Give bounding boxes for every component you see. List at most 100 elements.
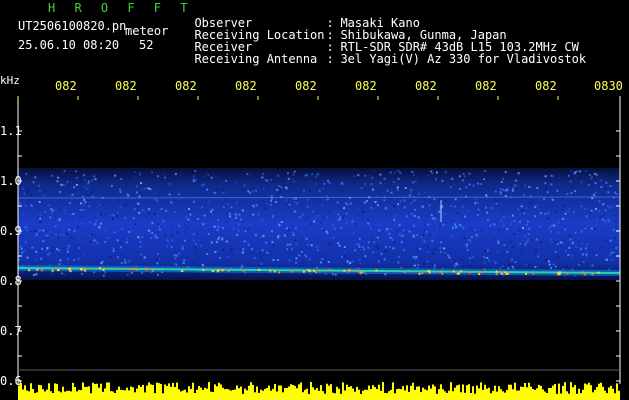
noise-speckle [486, 257, 489, 259]
noise-speckle [260, 236, 263, 238]
noise-speckle [300, 251, 303, 253]
histogram-bar [362, 390, 364, 400]
noise-speckle [248, 204, 251, 207]
noise-speckle [519, 220, 521, 223]
histogram-bar [48, 383, 50, 400]
histogram-bar [80, 390, 82, 400]
histogram-bar [152, 385, 154, 400]
noise-speckle [607, 205, 610, 208]
noise-speckle [470, 241, 473, 244]
noise-speckle [431, 172, 434, 175]
noise-speckle [94, 223, 97, 226]
noise-speckle [26, 256, 29, 259]
noise-speckle [341, 216, 344, 219]
noise-speckle [162, 219, 165, 222]
noise-speckle [474, 228, 476, 231]
histogram-bar [498, 386, 500, 400]
noise-speckle [414, 257, 416, 260]
histogram-bar [476, 385, 478, 400]
noise-speckle [268, 179, 270, 182]
histogram-bar [588, 382, 590, 400]
echo-hotspot [481, 271, 484, 274]
noise-speckle [328, 210, 331, 213]
noise-speckle [440, 251, 442, 253]
noise-speckle [438, 225, 441, 228]
noise-speckle [74, 220, 77, 223]
noise-speckle [294, 227, 297, 230]
noise-speckle [167, 260, 170, 262]
noise-speckle [35, 273, 38, 276]
noise-speckle [539, 225, 541, 228]
activity-histogram [18, 382, 620, 400]
noise-speckle [568, 234, 571, 237]
noise-speckle [389, 182, 392, 185]
noise-speckle [58, 236, 61, 239]
histogram-bar [552, 385, 554, 400]
noise-speckle [216, 235, 218, 237]
histogram-bar [528, 382, 530, 400]
noise-speckle [566, 180, 569, 183]
noise-speckle [413, 199, 416, 202]
noise-speckle [364, 183, 367, 186]
histogram-bar [262, 390, 264, 400]
noise-speckle [603, 213, 606, 216]
histogram-bar [210, 391, 212, 400]
noise-speckle [454, 259, 457, 262]
histogram-bar [212, 392, 214, 400]
noise-speckle [315, 246, 318, 249]
noise-speckle [65, 232, 68, 235]
noise-speckle [556, 189, 559, 192]
noise-speckle [583, 264, 586, 267]
noise-speckle [262, 172, 265, 175]
noise-speckle [398, 224, 401, 227]
histogram-bar [242, 393, 244, 400]
histogram-bar [556, 393, 558, 400]
noise-speckle [493, 223, 496, 226]
noise-speckle [535, 204, 538, 207]
noise-speckle [575, 246, 578, 249]
histogram-bar [32, 389, 34, 400]
noise-speckle [261, 176, 264, 179]
noise-speckle [174, 173, 177, 176]
noise-speckle [393, 204, 395, 207]
noise-speckle [367, 241, 370, 244]
noise-speckle [614, 191, 616, 194]
histogram-bar [320, 385, 322, 400]
noise-speckle [390, 191, 393, 194]
noise-speckle [229, 245, 232, 248]
noise-speckle [337, 218, 340, 221]
noise-speckle [450, 235, 453, 238]
noise-speckle [86, 194, 89, 197]
histogram-bar [370, 389, 372, 400]
noise-speckle [402, 253, 405, 256]
histogram-bar [322, 391, 324, 400]
histogram-bar [470, 393, 472, 400]
noise-speckle [549, 226, 551, 229]
noise-speckle [426, 250, 429, 253]
noise-speckle [30, 204, 33, 207]
noise-speckle [529, 202, 532, 204]
histogram-bar [144, 392, 146, 400]
noise-speckle [295, 261, 298, 264]
noise-speckle [396, 189, 399, 192]
noise-speckle [419, 247, 422, 250]
noise-speckle [202, 175, 205, 178]
noise-speckle [98, 204, 101, 207]
time-tick-label: 082 [295, 79, 317, 93]
noise-speckle [574, 190, 577, 193]
noise-speckle [461, 217, 464, 219]
noise-speckle [457, 212, 459, 215]
noise-speckle [509, 241, 512, 244]
noise-speckle [101, 260, 104, 263]
histogram-bar [136, 388, 138, 400]
noise-speckle [362, 210, 365, 213]
noise-speckle [222, 191, 225, 194]
noise-speckle [341, 181, 343, 184]
noise-speckle [380, 253, 383, 255]
noise-speckle [134, 223, 137, 226]
noise-speckle [194, 249, 197, 252]
noise-speckle [515, 179, 518, 182]
histogram-bar [196, 389, 198, 400]
noise-speckle [206, 177, 209, 180]
histogram-bar [154, 393, 156, 400]
